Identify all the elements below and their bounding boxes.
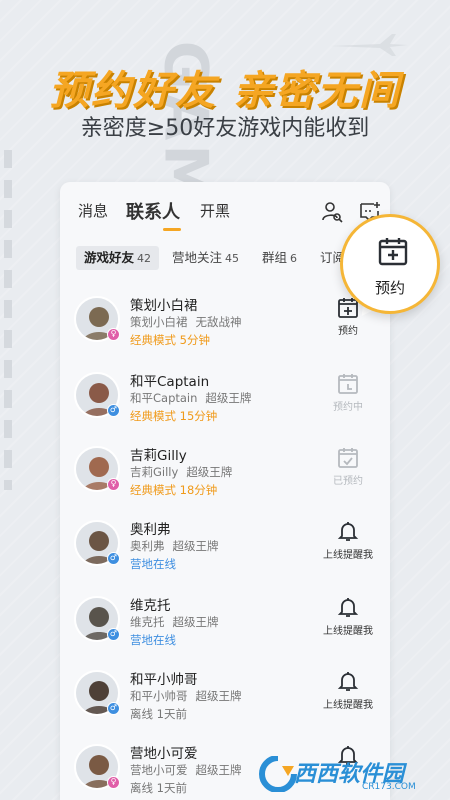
friend-row[interactable]: ♂ 和平Captain 和平Captain 超级王牌 经典模式 15分钟 预约中 (60, 368, 390, 442)
friend-meta: 维克托 超级王牌 (130, 614, 219, 630)
female-icon: ♀ (107, 328, 120, 341)
friend-nickname: 和平Captain (130, 391, 198, 405)
friend-name: 维克托 (130, 598, 171, 614)
friend-nickname: 和平小帅哥 (130, 689, 188, 703)
subtab-groups[interactable]: 群组 6 (262, 246, 297, 270)
tab-contacts[interactable]: 联系人 (126, 198, 180, 224)
notify-online-button[interactable]: 上线提醒我 (316, 670, 380, 711)
bell-icon (337, 522, 359, 541)
friend-name: 和平Captain (130, 374, 210, 390)
tab-messages[interactable]: 消息 (78, 200, 108, 221)
reserve-button[interactable]: 预约中 (316, 372, 380, 413)
friend-name: 营地小可爱 (130, 746, 198, 762)
reserve-callout-bubble[interactable]: 预约 (340, 214, 440, 314)
plane-icon (330, 34, 408, 56)
friend-rank-title: 超级王牌 (172, 539, 219, 553)
male-icon: ♂ (107, 702, 120, 715)
friend-rank-title: 超级王牌 (195, 763, 242, 777)
friend-status: 营地在线 (130, 557, 176, 571)
male-icon: ♂ (107, 404, 120, 417)
action-label: 上线提醒我 (323, 626, 373, 637)
hero-subtitle: 亲密度≥50好友游戏内能收到 (80, 116, 370, 141)
action-label: 已预约 (333, 476, 363, 487)
friend-name: 吉莉Gilly (130, 448, 187, 464)
action-label: 上线提醒我 (323, 700, 373, 711)
friend-name: 和平小帅哥 (130, 672, 198, 688)
watermark-url: CR173.COM (362, 782, 416, 792)
friend-rank-title: 超级王牌 (172, 615, 219, 629)
hero-title: 预约好友 亲密无间 (49, 68, 401, 114)
friend-meta: 营地小可爱 超级王牌 (130, 762, 242, 778)
friend-nickname: 维克托 (130, 615, 165, 629)
tab-team-up[interactable]: 开黑 (200, 200, 230, 221)
friend-name: 奥利弗 (130, 522, 171, 538)
bubble-label: 预约 (374, 279, 405, 297)
friend-status: 离线 1天前 (130, 781, 187, 795)
friend-meta: 奥利弗 超级王牌 (130, 538, 219, 554)
friend-status: 离线 1天前 (130, 707, 187, 721)
friend-meta: 和平Captain 超级王牌 (130, 390, 251, 406)
top-navigation: 消息 联系人 开黑 (78, 198, 380, 231)
friend-status: 经典模式 5分钟 (130, 333, 210, 347)
female-icon: ♀ (107, 776, 120, 789)
action-label: 上线提醒我 (323, 550, 373, 561)
friend-name: 策划小白裙 (130, 298, 198, 314)
friend-nickname: 策划小白裙 (130, 315, 188, 329)
friend-row[interactable]: ♂ 奥利弗 奥利弗 超级王牌 营地在线 上线提醒我 (60, 516, 390, 590)
friend-meta: 策划小白裙 无敌战神 (130, 314, 242, 330)
friend-nickname: 吉莉Gilly (130, 465, 179, 479)
female-icon: ♀ (107, 478, 120, 491)
friend-rank-title: 超级王牌 (186, 465, 233, 479)
male-icon: ♂ (107, 552, 120, 565)
site-logo-icon (259, 756, 297, 792)
friend-status: 营地在线 (130, 633, 176, 647)
friend-row[interactable]: ♀ 策划小白裙 策划小白裙 无敌战神 经典模式 5分钟 预约 (60, 292, 390, 366)
friend-meta: 和平小帅哥 超级王牌 (130, 688, 242, 704)
friend-meta: 吉莉Gilly 超级王牌 (130, 464, 232, 480)
friend-status: 经典模式 15分钟 (130, 409, 218, 423)
notify-online-button[interactable]: 上线提醒我 (316, 520, 380, 561)
active-tab-indicator (163, 228, 181, 231)
subtab-game-friends[interactable]: 游戏好友 42 (76, 246, 160, 270)
bell-icon (337, 672, 359, 691)
subtab-camp-follows[interactable]: 营地关注 45 (172, 246, 239, 270)
friend-row[interactable]: ♀ 吉莉Gilly 吉莉Gilly 超级王牌 经典模式 18分钟 已预约 (60, 442, 390, 516)
search-friend-icon[interactable] (320, 200, 344, 224)
calendar-icon (338, 448, 358, 468)
male-icon: ♂ (107, 628, 120, 641)
calendar-icon (338, 374, 358, 394)
friend-row[interactable]: ♂ 维克托 维克托 超级王牌 营地在线 上线提醒我 (60, 592, 390, 666)
friend-row[interactable]: ♂ 和平小帅哥 和平小帅哥 超级王牌 离线 1天前 上线提醒我 (60, 666, 390, 740)
reserve-button[interactable]: 已预约 (316, 446, 380, 487)
friend-rank-title: 无敌战神 (195, 315, 242, 329)
site-watermark: 西西软件园 CR173.COM (250, 752, 450, 796)
background-dashes (4, 150, 12, 490)
friend-nickname: 奥利弗 (130, 539, 165, 553)
action-label: 预约中 (333, 402, 363, 413)
friend-nickname: 营地小可爱 (130, 763, 188, 777)
action-label: 预约 (338, 326, 358, 337)
calendar-add-icon (378, 238, 408, 266)
friend-rank-title: 超级王牌 (195, 689, 242, 703)
friend-status: 经典模式 18分钟 (130, 483, 218, 497)
notify-online-button[interactable]: 上线提醒我 (316, 596, 380, 637)
friend-rank-title: 超级王牌 (205, 391, 252, 405)
bell-icon (337, 598, 359, 617)
